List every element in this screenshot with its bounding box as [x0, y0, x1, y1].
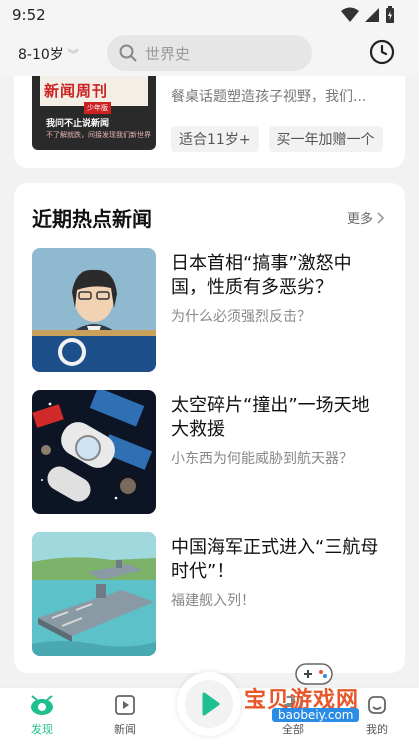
news-video-icon	[115, 695, 135, 715]
aircraft-carrier-illustration	[32, 532, 156, 656]
tag-age: 适合11岁+	[171, 126, 259, 152]
site-watermark: 宝贝游戏网 baobeiy.com	[244, 660, 419, 730]
tag-promo: 买一年加赠一个	[268, 126, 383, 152]
news-title: 日本首相“搞事”激怒中国，性质有多恶劣？	[171, 253, 352, 298]
battery-icon	[386, 6, 394, 23]
magazine-edition: 少年版	[84, 102, 111, 114]
news-subtitle: 福建舰入列！	[171, 593, 255, 609]
magazine-headline: 我问不止说新闻	[46, 119, 110, 129]
news-item[interactable]: 太空碎片“撞出”一场天地大救援 小东西为何能威胁到航天器？	[32, 390, 392, 514]
play-button[interactable]	[177, 672, 241, 736]
featured-tags: 适合11岁+ 买一年加赠一个	[171, 126, 383, 152]
age-selector-label: 8-10岁	[18, 47, 64, 63]
more-link[interactable]: 更多	[347, 208, 385, 227]
play-button-inner	[185, 680, 233, 728]
search-icon	[119, 44, 137, 62]
status-time: 9:52	[12, 6, 46, 24]
search-placeholder: 世界史	[145, 44, 191, 63]
news-item[interactable]: 日本首相“搞事”激怒中国，性质有多恶劣？ 为什么必须强烈反击？	[32, 248, 392, 372]
top-header: 8-10岁 ︾ 世界史	[0, 30, 419, 76]
news-subtitle: 为什么必须强烈反击？	[171, 309, 311, 325]
news-title: 太空碎片“撞出”一场天地大救援	[171, 395, 370, 440]
watermark-url: baobeiy.com	[272, 708, 360, 722]
nav-label: 发现	[31, 723, 53, 736]
age-selector[interactable]: 8-10岁 ︾	[18, 44, 79, 64]
search-input[interactable]: 世界史	[107, 35, 312, 71]
politician-podium-illustration	[32, 248, 156, 372]
space-station-illustration	[32, 390, 156, 514]
magazine-cover-image: 新闻周刊 少年版 我问不止说新闻 不了解就跌，间接发现我们新世界	[32, 76, 156, 150]
nav-tab-discover[interactable]: 发现	[17, 694, 67, 737]
play-icon	[202, 692, 220, 716]
history-clock-icon[interactable]	[369, 39, 395, 65]
nav-tab-news[interactable]: 新闻	[100, 694, 150, 737]
hot-news-card: 近期热点新闻 更多 日本首相“搞事”激怒中国，性质有多恶劣？ 为什么必须强烈反击…	[14, 183, 405, 673]
magazine-subline: 不了解就跌，间接发现我们新世界	[46, 131, 151, 139]
chevron-right-icon	[377, 211, 385, 224]
magazine-title: 新闻周刊	[44, 82, 109, 100]
nav-label: 新闻	[114, 723, 136, 736]
status-icons	[341, 6, 395, 24]
featured-description: 餐桌话题塑造孩子视野，我们...	[171, 89, 367, 105]
signal-icon	[365, 8, 379, 22]
wifi-icon	[341, 7, 359, 22]
more-label: 更多	[346, 212, 373, 227]
news-subtitle: 小东西为何能威胁到航天器？	[171, 451, 353, 467]
status-bar: 9:52	[0, 0, 419, 30]
news-item[interactable]: 中国海军正式进入“三航母时代”！ 福建舰入列！	[32, 532, 392, 656]
section-title: 近期热点新闻	[32, 207, 152, 231]
chevron-down-icon: ︾	[67, 48, 79, 61]
featured-product-card[interactable]: 新闻周刊 少年版 我问不止说新闻 不了解就跌，间接发现我们新世界 餐桌话题塑造孩…	[14, 76, 405, 168]
discover-eye-icon	[31, 695, 53, 715]
news-title: 中国海军正式进入“三航母时代”！	[171, 537, 379, 582]
